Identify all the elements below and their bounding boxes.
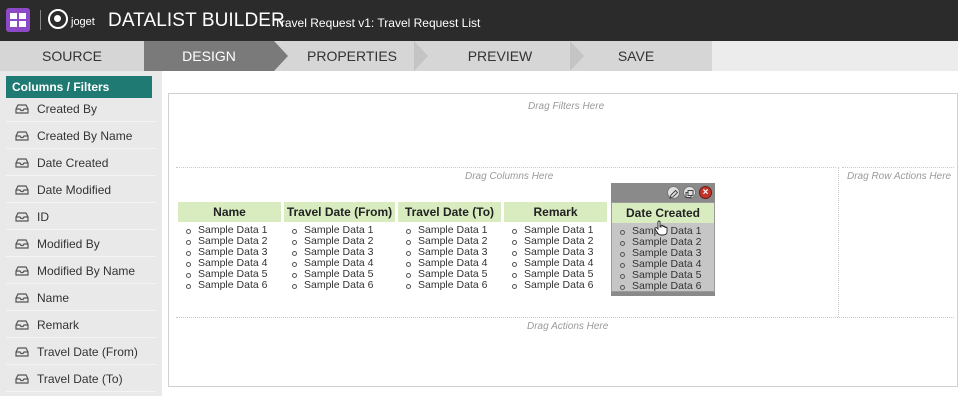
sidebar-item-label: Created By	[37, 102, 98, 116]
builder-tab-bar: SOURCE DESIGN PROPERTIES PREVIEW SAVE	[0, 41, 958, 71]
sidebar-item-date-modified[interactable]: Date Modified	[6, 178, 156, 203]
filters-drop-zone[interactable]: Drag Filters Here	[528, 101, 604, 112]
column-header: Name	[178, 202, 281, 222]
column-remark[interactable]: Remark Sample Data 1 Sample Data 2 Sampl…	[504, 202, 607, 292]
inbox-tray-icon	[15, 347, 29, 357]
inbox-tray-icon	[15, 185, 29, 195]
column-name[interactable]: Name Sample Data 1 Sample Data 2 Sample …	[178, 202, 281, 292]
sidebar-item-remark[interactable]: Remark	[6, 313, 156, 338]
header-divider	[40, 10, 41, 30]
sidebar-header: Columns / Filters	[6, 76, 152, 98]
delete-icon[interactable]: ×	[699, 186, 712, 199]
top-bar: joget DATALIST BUILDER Travel Request v1…	[0, 0, 958, 41]
logo-text: joget	[71, 16, 95, 28]
list-item: Sample Data 6	[406, 280, 501, 291]
inbox-tray-icon	[15, 320, 29, 330]
list-item: Sample Data 6	[512, 280, 607, 291]
columns-filters-panel: Columns / Filters Created By Created By …	[0, 71, 162, 396]
edit-icon[interactable]	[667, 186, 680, 199]
columns-zone-top-border	[176, 167, 836, 168]
logo-mark-icon	[48, 9, 68, 29]
selected-column-footer	[611, 292, 715, 296]
sidebar-item-created-by-name[interactable]: Created By Name	[6, 124, 156, 149]
tab-properties-arrow	[414, 41, 428, 71]
sidebar-item-label: Name	[37, 291, 70, 305]
joget-logo: joget	[48, 9, 95, 29]
inbox-tray-icon	[15, 131, 29, 141]
columns-drop-zone[interactable]: Drag Columns Here	[465, 171, 553, 182]
sidebar-item-label: Date Modified	[37, 183, 112, 197]
sidebar-item-modified-by[interactable]: Modified By	[6, 232, 156, 257]
tab-design-arrow	[274, 41, 288, 71]
column-header: Travel Date (To)	[398, 202, 501, 222]
sidebar-item-modified-by-name[interactable]: Modified By Name	[6, 259, 156, 284]
list-item: Sample Data 6	[292, 280, 395, 291]
tab-source[interactable]: SOURCE	[0, 41, 144, 71]
inbox-tray-icon	[15, 212, 29, 222]
sidebar-item-travel-date-to[interactable]: Travel Date (To)	[6, 367, 156, 392]
column-header: Travel Date (From)	[284, 202, 395, 222]
sidebar-item-id[interactable]: ID	[6, 205, 156, 230]
inbox-tray-icon	[15, 293, 29, 303]
app-grid-icon[interactable]	[6, 8, 30, 32]
row-actions-drop-zone[interactable]: Drag Row Actions Here	[847, 171, 951, 182]
tab-design[interactable]: DESIGN	[144, 41, 274, 71]
row-actions-zone-divider	[838, 167, 839, 317]
sidebar-item-label: Created By Name	[37, 129, 133, 143]
tab-properties[interactable]: PROPERTIES	[290, 41, 414, 71]
actions-zone-top-border	[176, 317, 954, 318]
list-item: Sample Data 6	[620, 281, 714, 292]
page-title: DATALIST BUILDER	[108, 10, 285, 31]
copy-icon[interactable]	[683, 186, 696, 199]
hand-pointer-icon	[654, 220, 668, 241]
list-item: Sample Data 6	[186, 280, 281, 291]
row-actions-zone-top-border	[842, 167, 954, 168]
page-subtitle: Travel Request v1: Travel Request List	[274, 16, 481, 30]
inbox-tray-icon	[15, 239, 29, 249]
inbox-tray-icon	[15, 266, 29, 276]
sidebar-item-travel-date-from[interactable]: Travel Date (From)	[6, 340, 156, 365]
column-travel-date-to[interactable]: Travel Date (To) Sample Data 1 Sample Da…	[398, 202, 501, 292]
sidebar-item-label: Modified By	[37, 237, 100, 251]
tab-preview-arrow	[570, 41, 584, 71]
inbox-tray-icon	[15, 104, 29, 114]
sidebar-item-created-by[interactable]: Created By	[6, 97, 156, 122]
tab-preview[interactable]: PREVIEW	[430, 41, 570, 71]
column-date-created[interactable]: Date Created Sample Data 1 Sample Data 2…	[611, 202, 715, 292]
tab-save[interactable]: SAVE	[584, 41, 688, 71]
actions-drop-zone[interactable]: Drag Actions Here	[527, 321, 608, 332]
sidebar-item-label: Travel Date (To)	[37, 372, 123, 386]
sidebar-item-label: Remark	[37, 318, 80, 332]
sidebar-item-label: Date Created	[37, 156, 109, 170]
inbox-tray-icon	[15, 374, 29, 384]
column-travel-date-from[interactable]: Travel Date (From) Sample Data 1 Sample …	[284, 202, 395, 292]
sidebar-item-date-created[interactable]: Date Created	[6, 151, 156, 176]
sidebar-item-label: Modified By Name	[37, 264, 136, 278]
column-header: Remark	[504, 202, 607, 222]
inbox-tray-icon	[15, 158, 29, 168]
sidebar-item-name[interactable]: Name	[6, 286, 156, 311]
sidebar-item-label: Travel Date (From)	[37, 345, 138, 359]
tab-bar-filler	[712, 41, 958, 71]
sidebar-item-label: ID	[37, 210, 49, 224]
